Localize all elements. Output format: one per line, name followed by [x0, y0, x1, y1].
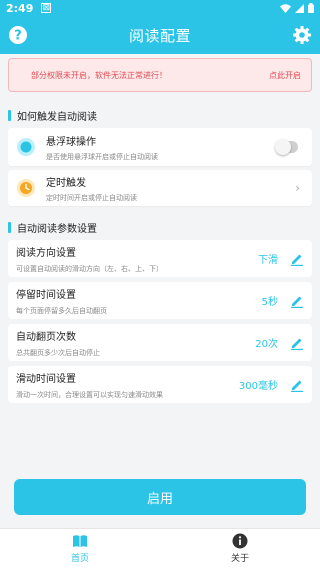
timer-title: 定时触发: [46, 177, 86, 189]
tab-label: 关于: [230, 554, 249, 564]
floating-ball-icon: [17, 138, 35, 156]
gear-icon[interactable]: [292, 25, 312, 45]
help-icon[interactable]: ?: [8, 25, 28, 45]
section-title: 如何触发自动阅读: [17, 111, 97, 123]
floating-ball-toggle[interactable]: [275, 139, 298, 155]
bottom-tab-bar: 首页 关于: [0, 528, 320, 568]
param-value: 下滑: [258, 255, 278, 266]
status-bar: 2:49 ⊠: [0, 0, 320, 16]
svg-text:?: ?: [14, 29, 22, 44]
section-header-params: 自动阅读参数设置: [8, 220, 97, 235]
tab-about[interactable]: 关于: [160, 529, 320, 568]
timer-desc: 定时时间开启或停止自动阅读: [46, 193, 137, 202]
edit-icon[interactable]: [290, 336, 304, 350]
param-title: 滑动时间设置: [16, 373, 76, 385]
param-value: 5秒: [261, 297, 278, 308]
param-title: 停留时间设置: [16, 289, 76, 301]
book-icon: [73, 535, 87, 547]
param-desc: 每个页面停留多久后自动翻页: [16, 306, 107, 315]
edit-icon[interactable]: [290, 378, 304, 392]
enable-button[interactable]: 启用: [14, 479, 306, 515]
param-title: 阅读方向设置: [16, 247, 76, 259]
param-desc: 总共翻页多少次后自动停止: [16, 348, 100, 357]
page-title: 阅读配置: [128, 26, 191, 45]
param-title: 自动翻页次数: [16, 331, 76, 343]
section-accent-bar: [8, 221, 11, 233]
param-desc: 可设置自动阅读的滑动方向（左、右、上、下）: [16, 264, 163, 273]
param-value: 20次: [255, 339, 278, 350]
floating-ball-title: 悬浮球操作: [46, 136, 96, 148]
clock-icon: [17, 179, 35, 197]
param-value: 300毫秒: [238, 381, 278, 392]
param-row-direction[interactable]: 阅读方向设置 可设置自动阅读的滑动方向（左、右、上、下） 下滑: [8, 240, 312, 277]
permission-warning-banner: 部分权限未开启，软件无法正常进行！ 点此开启: [8, 58, 312, 92]
floating-ball-card[interactable]: 悬浮球操作 是否使用悬浮球开启或停止自动阅读: [8, 128, 312, 166]
param-row-stay-time[interactable]: 停留时间设置 每个页面停留多久后自动翻页 5秒: [8, 282, 312, 319]
section-title: 自动阅读参数设置: [17, 223, 97, 235]
floating-ball-desc: 是否使用悬浮球开启或停止自动阅读: [46, 152, 158, 161]
signal-icon: [295, 3, 304, 13]
status-time: 2:49: [6, 1, 34, 15]
notification-icon: ⊠: [41, 2, 52, 13]
tab-home[interactable]: 首页: [0, 529, 160, 568]
param-row-swipe-time[interactable]: 滑动时间设置 滑动一次时间，合理设置可以实现匀速滑动效果 300毫秒: [8, 366, 312, 403]
edit-icon[interactable]: [290, 252, 304, 266]
section-header-trigger: 如何触发自动阅读: [8, 108, 97, 123]
wifi-icon: [280, 3, 291, 13]
info-icon: [232, 533, 248, 549]
battery-icon: [308, 3, 314, 13]
edit-icon[interactable]: [290, 294, 304, 308]
timer-trigger-card[interactable]: 定时触发 定时时间开启或停止自动阅读 ›: [8, 170, 312, 206]
app-bar: ? 阅读配置: [0, 16, 320, 54]
enable-permission-link[interactable]: 点此开启: [269, 70, 301, 81]
param-desc: 滑动一次时间，合理设置可以实现匀速滑动效果: [16, 390, 163, 399]
tab-label: 首页: [70, 554, 89, 564]
chevron-right-icon: ›: [295, 181, 300, 195]
param-row-page-count[interactable]: 自动翻页次数 总共翻页多少次后自动停止 20次: [8, 324, 312, 361]
warning-message: 部分权限未开启，软件无法正常进行！: [31, 70, 167, 80]
section-accent-bar: [8, 109, 11, 121]
